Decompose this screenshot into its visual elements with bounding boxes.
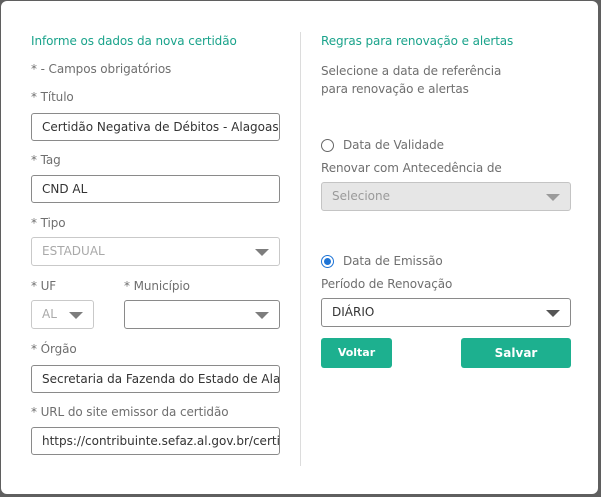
- municipio-label: * Município: [124, 279, 190, 293]
- orgao-label: * Órgão: [31, 342, 77, 356]
- radio-data-validade[interactable]: [321, 139, 334, 152]
- tag-input[interactable]: CND AL: [31, 175, 280, 203]
- radio-data-validade-label[interactable]: Data de Validade: [343, 138, 444, 152]
- chevron-down-icon: [546, 310, 560, 317]
- titulo-input[interactable]: Certidão Negativa de Débitos - Alagoas (…: [31, 113, 280, 141]
- url-input[interactable]: https://contribuinte.sefaz.al.gov.br/cer…: [31, 427, 280, 455]
- right-section-title: Regras para renovação e alertas: [321, 34, 514, 48]
- radio-data-emissao[interactable]: [321, 255, 334, 268]
- tipo-label: * Tipo: [31, 216, 66, 230]
- periodo-label: Período de Renovação: [321, 277, 453, 291]
- antecedencia-label: Renovar com Antecedência de: [321, 161, 502, 175]
- tag-label: * Tag: [31, 153, 61, 167]
- right-description: Selecione a data de referência para reno…: [321, 64, 502, 96]
- modal-dialog: Informe os dados da nova certidão * - Ca…: [1, 1, 598, 494]
- url-label: * URL do site emissor da certidão: [31, 405, 229, 419]
- chevron-down-icon: [69, 312, 83, 319]
- left-section-title: Informe os dados da nova certidão: [31, 34, 237, 48]
- periodo-select-value: DIÁRIO: [332, 305, 375, 319]
- tipo-select[interactable]: ESTADUAL: [31, 237, 280, 266]
- radio-data-emissao-label[interactable]: Data de Emissão: [343, 254, 443, 268]
- uf-label: * UF: [31, 279, 57, 293]
- column-divider: [300, 32, 301, 466]
- chevron-down-icon: [255, 249, 269, 256]
- uf-select-value: AL: [42, 307, 57, 321]
- periodo-select[interactable]: DIÁRIO: [321, 298, 571, 327]
- required-note: * - Campos obrigatórios: [31, 62, 172, 76]
- tipo-select-value: ESTADUAL: [42, 244, 105, 258]
- titulo-label: * Título: [31, 90, 74, 104]
- municipio-select[interactable]: [124, 300, 280, 329]
- orgao-input[interactable]: Secretaria da Fazenda do Estado de Alag: [31, 365, 280, 393]
- antecedencia-select[interactable]: Selecione: [321, 182, 571, 211]
- salvar-button[interactable]: Salvar: [461, 338, 571, 368]
- antecedencia-select-value: Selecione: [332, 189, 390, 203]
- chevron-down-icon: [255, 312, 269, 319]
- chevron-down-icon: [546, 194, 560, 201]
- voltar-button[interactable]: Voltar: [321, 338, 392, 368]
- uf-select[interactable]: AL: [31, 300, 94, 329]
